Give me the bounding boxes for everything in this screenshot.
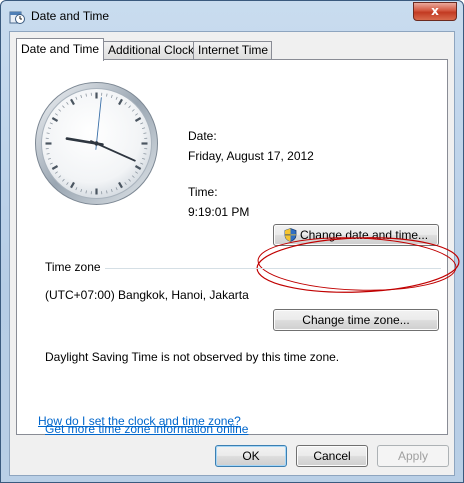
- change-date-time-button[interactable]: Change date and time...: [273, 224, 439, 246]
- timezone-value: (UTC+07:00) Bangkok, Hanoi, Jakarta: [45, 288, 249, 302]
- ok-button[interactable]: OK: [215, 445, 287, 467]
- apply-button[interactable]: Apply: [377, 445, 449, 467]
- close-button[interactable]: x: [413, 2, 457, 21]
- tab-additional-clocks[interactable]: Additional Clocks: [103, 41, 200, 60]
- tab-date-and-time[interactable]: Date and Time: [16, 38, 104, 61]
- date-time-icon: [9, 9, 25, 25]
- title-bar[interactable]: Date and Time x: [1, 1, 463, 31]
- tab-panel: Date: Friday, August 17, 2012 Time: 9:19…: [16, 59, 460, 436]
- change-date-time-label: Change date and time...: [299, 228, 429, 242]
- timezone-section-label: Time zone: [45, 260, 101, 274]
- date-label: Date:: [188, 129, 217, 143]
- timezone-divider: [105, 268, 441, 269]
- shield-icon: [284, 228, 297, 248]
- time-label: Time:: [188, 185, 218, 199]
- date-value: Friday, August 17, 2012: [188, 149, 314, 163]
- dialog-window: Date and Time x Date and Time Additional…: [0, 0, 464, 483]
- analog-clock: [35, 82, 158, 205]
- window-title: Date and Time: [31, 9, 110, 23]
- change-time-zone-button[interactable]: Change time zone...: [273, 309, 439, 331]
- close-icon: x: [431, 4, 439, 18]
- how-to-set-clock-link[interactable]: How do I set the clock and time zone?: [38, 414, 241, 428]
- dialog-client-area: Date and Time Additional Clocks Internet…: [9, 31, 460, 476]
- tab-internet-time[interactable]: Internet Time: [193, 41, 272, 60]
- time-value: 9:19:01 PM: [188, 205, 250, 219]
- clock-center-pin: [94, 141, 99, 146]
- cancel-button[interactable]: Cancel: [296, 445, 368, 467]
- dst-note: Daylight Saving Time is not observed by …: [45, 350, 340, 364]
